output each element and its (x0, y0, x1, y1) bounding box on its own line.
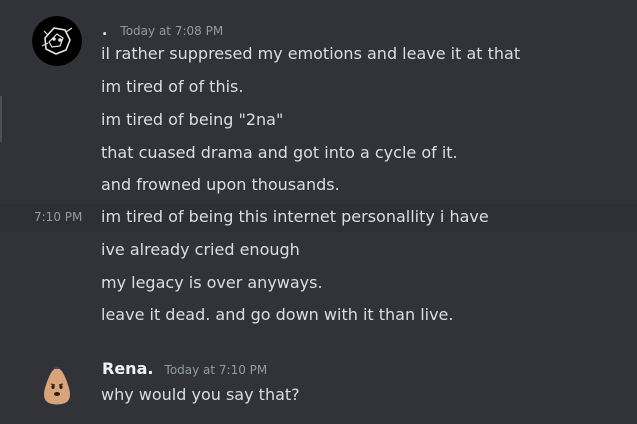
message-line: my legacy is over anyways. (101, 273, 323, 292)
message-line: il rather suppresed my emotions and leav… (101, 44, 521, 63)
message-line: ive already cried enough (101, 240, 300, 259)
scroll-edge-indicator (0, 96, 2, 142)
message-line: why would you say that? (101, 385, 300, 404)
message-timestamp[interactable]: Today at 7:08 PM (120, 24, 223, 38)
username[interactable]: . (102, 23, 107, 39)
message-timestamp[interactable]: Today at 7:10 PM (165, 363, 268, 377)
message-line: leave it dead. and go down with it than … (101, 305, 454, 324)
avatar[interactable] (32, 360, 82, 410)
chat-messages-area: . Today at 7:08 PM il rather suppresed m… (0, 0, 637, 424)
message-header: Rena. Today at 7:10 PM (102, 359, 267, 378)
message-line: im tired of of this. (101, 77, 244, 96)
avatar[interactable] (32, 16, 82, 66)
username[interactable]: Rena. (102, 359, 153, 378)
message-line: im tired of being this internet personal… (101, 207, 489, 226)
message-line: im tired of being "2na" (101, 110, 284, 129)
message-line: and frowned upon thousands. (101, 175, 340, 194)
message-header: . Today at 7:08 PM (102, 20, 223, 39)
message-line: that cuased drama and got into a cycle o… (101, 143, 458, 162)
cartoon-face-avatar-icon (32, 360, 82, 410)
sketch-avatar-icon (32, 16, 82, 66)
hover-timestamp[interactable]: 7:10 PM (34, 209, 82, 225)
